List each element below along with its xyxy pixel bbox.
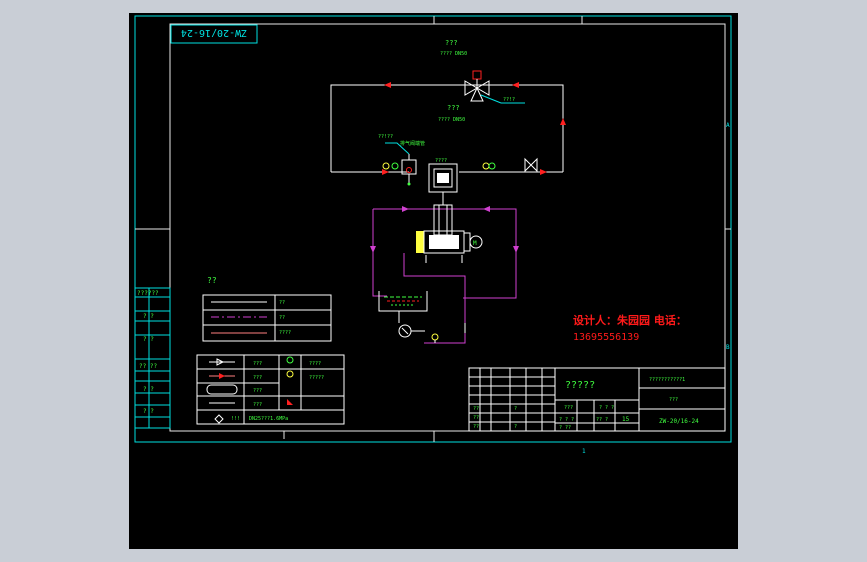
- symbol-label: ???: [253, 375, 262, 381]
- symbol-label: ?????: [309, 375, 324, 381]
- safety-valve-icon: [524, 157, 538, 173]
- left-label: ?? ??: [139, 363, 157, 370]
- three-way-valve-icon: [464, 70, 525, 104]
- symbol-label: ???: [253, 361, 262, 367]
- drawing-code-rotated: ZW-20/16-24: [181, 27, 247, 38]
- tb-cell: ?? ?: [596, 417, 608, 423]
- tb-cell: ??: [473, 415, 479, 421]
- flow-arrow: [540, 169, 547, 175]
- circulation-pump-icon: [398, 324, 439, 343]
- valve-label: ???? DN50: [438, 117, 465, 123]
- designer-line: 设计人：朱园园 电话：: [573, 313, 687, 327]
- air-vent-tank-icon: [385, 142, 417, 186]
- zone-marker: 1: [582, 448, 586, 455]
- symbol-label: ???: [253, 388, 262, 394]
- pump-label: ????: [435, 158, 447, 164]
- valve-label: ???? DN50: [440, 51, 467, 57]
- left-label: ??????: [137, 290, 159, 297]
- tank-label: 排气阀端管: [400, 140, 425, 147]
- designer-phone: 13695556139: [573, 332, 639, 343]
- zone-marker: A: [726, 122, 730, 129]
- drawing-canvas: A B 1 ZW-20/16-24 ?????? ? ? ? ? ?? ?? ?…: [134, 15, 732, 455]
- sheet-count: 15: [622, 416, 630, 423]
- heating-loop: ??? ???? DN50 ??!? ??? ???? DN50 ??!?? 排: [330, 39, 566, 205]
- left-label: ? ?: [143, 336, 154, 343]
- tb-cell: ? ? ?: [559, 417, 574, 423]
- legend-title: ??: [207, 276, 217, 285]
- legend-line-label: ????: [279, 330, 291, 336]
- tb-cell: ? ? ?: [599, 405, 614, 411]
- cad-viewport[interactable]: A B 1 ZW-20/16-24 ?????? ? ? ? ? ?? ?? ?…: [129, 13, 738, 549]
- symbol-label: ???: [253, 402, 262, 408]
- flow-arrow: [382, 169, 389, 175]
- title-block: ?? ?? ?? ? ? ??? ? ? ? ? ? ? ?? ? ? ?? 1…: [468, 367, 726, 432]
- valve-label: ???: [447, 104, 460, 112]
- title-right: ???????????1: [649, 377, 685, 383]
- tb-cell: ??: [473, 424, 479, 430]
- symbol-label: DN25???1.6MPa: [249, 416, 288, 422]
- tb-cell: ??: [473, 406, 479, 412]
- left-label: ? ?: [143, 313, 154, 320]
- tank-label: ??!??: [378, 134, 393, 140]
- tb-cell: ? ??: [559, 425, 571, 431]
- drawing-code: ZW-20/16-24: [659, 418, 699, 425]
- flow-arrow: [384, 82, 391, 88]
- symbol-label: ????: [309, 361, 321, 367]
- engine-assembly-icon: M: [416, 204, 483, 263]
- line-legend: ?? ?? ?? ????: [202, 276, 332, 342]
- flow-arrow: [560, 118, 566, 125]
- valve-label: ??!?: [503, 97, 515, 103]
- left-label-strip: ?????? ? ? ? ? ?? ?? ? ? ? ?: [134, 287, 171, 429]
- valve-label: ???: [445, 39, 458, 47]
- drawing-title: ?????: [565, 380, 595, 391]
- legend-line-label: ??: [279, 315, 285, 321]
- tb-cell: ?: [514, 406, 517, 412]
- tb-cell: ?: [514, 424, 517, 430]
- left-label: ? ?: [143, 408, 154, 415]
- svg-text:M: M: [473, 240, 477, 247]
- left-label: ? ?: [143, 386, 154, 393]
- legend-line-label: ??: [279, 300, 285, 306]
- outer-frame: [134, 15, 732, 443]
- cooling-loop: [370, 206, 519, 344]
- title-right2: ???: [669, 397, 678, 403]
- symbol-legend: ??? ???? ??? ????? ??? ??? !!! DN25???1.…: [196, 354, 345, 425]
- tb-cell: ???: [564, 405, 573, 411]
- zone-marker: B: [726, 344, 730, 351]
- symbol-label: !!!: [231, 416, 240, 422]
- heat-exchanger-icon: [428, 163, 458, 205]
- flow-arrow: [512, 82, 519, 88]
